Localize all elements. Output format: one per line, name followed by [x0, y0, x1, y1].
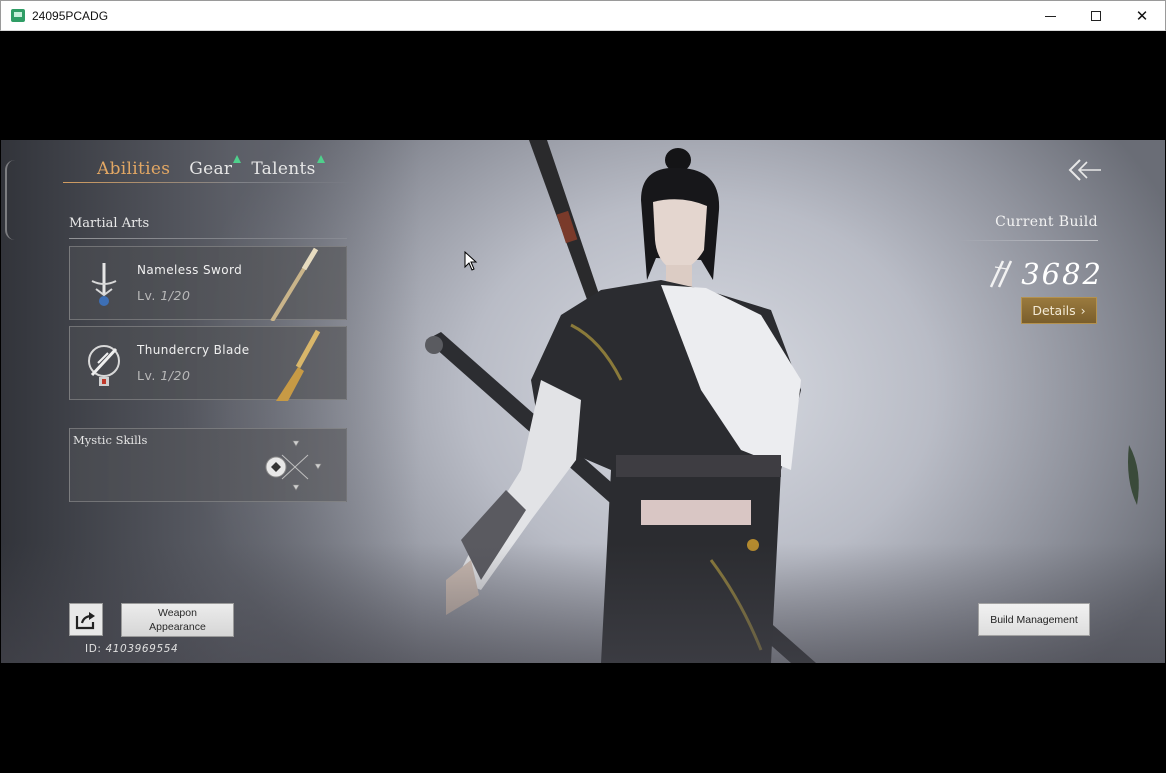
letterbox-bottom: [1, 663, 1165, 773]
level-prefix: Lv.: [137, 368, 156, 383]
back-arrow-icon: [1068, 159, 1101, 181]
left-edge-decoration: [5, 160, 15, 240]
sword-weapon-image: [270, 247, 319, 321]
weapon-appearance-button[interactable]: Weapon Appearance: [121, 603, 234, 637]
window-titlebar: 24095PCADG ✕: [0, 0, 1166, 31]
app-icon: [11, 9, 25, 22]
martial-art-level: Lv. 1/20: [137, 288, 190, 303]
share-button[interactable]: [69, 603, 103, 636]
ability-tabs: Abilities Gear Talents: [97, 155, 335, 179]
tab-talents-label: Talents: [251, 159, 316, 179]
player-id-value: 4103969554: [105, 643, 179, 655]
martial-arts-label: Martial Arts: [69, 216, 150, 231]
section-divider: [69, 238, 347, 239]
player-id: ID: 4103969554: [85, 643, 178, 655]
minimize-icon: [1044, 15, 1056, 17]
new-indicator-icon: [316, 155, 325, 163]
martial-art-card-nameless-sword[interactable]: Nameless Sword Lv. 1/20: [69, 246, 347, 321]
window-title: 24095PCADG: [32, 8, 109, 23]
mystic-skills-card[interactable]: Mystic Skills: [69, 428, 347, 502]
mystic-skills-label: Mystic Skills: [73, 433, 148, 447]
martial-art-card-thundercry-blade[interactable]: Thundercry Blade Lv. 1/20: [69, 326, 347, 401]
share-icon: [75, 611, 95, 629]
blade-weapon-image: [276, 329, 321, 401]
details-label: Details: [1032, 303, 1076, 318]
new-indicator-icon: [233, 155, 242, 163]
maximize-icon: [1091, 11, 1101, 21]
build-management-button[interactable]: Build Management: [978, 603, 1090, 636]
build-management-label: Build Management: [990, 613, 1078, 626]
details-button[interactable]: Details ›: [1021, 297, 1097, 324]
maximize-button[interactable]: [1073, 1, 1119, 31]
tab-talents[interactable]: Talents: [251, 155, 325, 179]
blade-school-icon: [88, 345, 120, 386]
power-slash-icon: [990, 260, 1013, 288]
back-button[interactable]: [1065, 156, 1103, 184]
close-button[interactable]: ✕: [1119, 1, 1165, 31]
letterbox-top: [1, 31, 1165, 140]
chevron-right-icon: ›: [1080, 303, 1086, 318]
current-build-label: Current Build: [995, 214, 1098, 230]
level-prefix: Lv.: [137, 288, 156, 303]
close-icon: ✕: [1135, 6, 1149, 25]
player-id-prefix: ID:: [85, 643, 102, 655]
level-value: 1/20: [160, 288, 191, 303]
game-scene: Abilities Gear Talents Martial Arts Name…: [1, 140, 1165, 663]
tab-abilities[interactable]: Abilities: [97, 159, 170, 179]
sword-school-icon: [91, 263, 117, 306]
level-value: 1/20: [160, 368, 191, 383]
martial-art-name: Thundercry Blade: [137, 343, 250, 357]
window-controls: ✕: [1027, 1, 1165, 31]
build-divider: [958, 240, 1098, 241]
martial-art-name: Nameless Sword: [137, 263, 243, 277]
mouse-cursor-icon: [464, 251, 478, 271]
minimize-button[interactable]: [1027, 1, 1073, 31]
tab-gear[interactable]: Gear: [189, 155, 242, 179]
tab-gear-label: Gear: [189, 159, 233, 179]
martial-art-level: Lv. 1/20: [137, 368, 190, 383]
power-value: 3682: [1021, 257, 1103, 291]
tabs-underline: [63, 182, 353, 183]
build-power: 3682: [987, 257, 1103, 291]
weapon-appearance-label: Weapon Appearance: [149, 607, 206, 633]
mystic-skill-wheel: [265, 440, 322, 491]
